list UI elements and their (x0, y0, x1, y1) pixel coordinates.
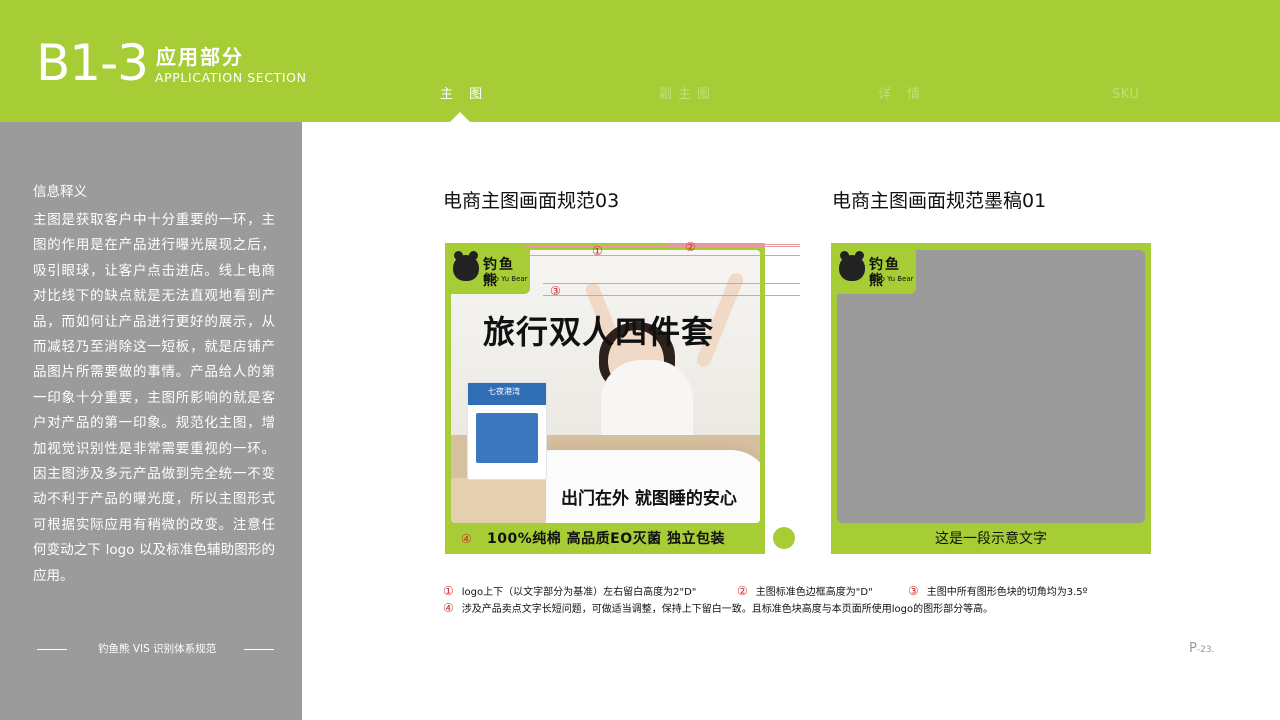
guide-line-2 (523, 255, 800, 256)
tab-main-image[interactable]: 主 图 (440, 87, 488, 103)
tab-details[interactable]: 详 情 (878, 87, 926, 103)
guide-line-4 (543, 283, 800, 284)
note-1-text: logo上下（以文字部分为基准）左右留白高度为2"D" (461, 587, 697, 598)
bear-logo-icon (453, 251, 479, 281)
note-2: ② 主图标准色边框高度为"D" (737, 585, 873, 599)
logo-text-en: Diao Yu Bear (483, 275, 528, 283)
section-title-en: APPLICATION SECTION (155, 70, 307, 85)
draft-image-sample: 钓鱼熊 Diao Yu Bear 这是一段示意文字 (831, 243, 1151, 554)
section-code: B1-3 (36, 34, 149, 92)
product-headline: 旅行双人四件套 (483, 313, 715, 351)
note-2-marker: ② (737, 584, 748, 598)
marker-2: ② (685, 240, 696, 254)
draft-bear-logo-icon (839, 251, 865, 281)
page-suffix: -23. (1196, 645, 1215, 655)
main-image-sample: 七夜港湾 旅行双人四件套 出门在外 就图睡的安心 钓鱼熊 Diao Yu Bea… (445, 240, 800, 554)
right-panel-title: 电商主图画面规范墨稿01 (832, 190, 1047, 212)
product-package: 七夜港湾 (467, 382, 547, 480)
note-2-text: 主图标准色边框高度为"D" (755, 587, 873, 598)
note-1: ① logo上下（以文字部分为基准）左右留白高度为2"D" (443, 585, 696, 599)
section-title-cn: 应用部分 (156, 45, 244, 69)
page-number: P-23. (1189, 642, 1214, 657)
marker-1: ① (592, 244, 603, 258)
photo-nightstand (451, 478, 546, 523)
note-4-marker: ④ (443, 601, 454, 615)
footer-divider-right (244, 649, 274, 650)
corner-logo-badge (767, 521, 800, 554)
photo-bedding (511, 450, 760, 523)
marker-3: ③ (550, 284, 561, 298)
footer-divider-left (37, 649, 67, 650)
selling-points-text: 100%纯棉 高品质EO灭菌 独立包装 (487, 531, 725, 547)
draft-sample-text: 这是一段示意文字 (935, 531, 1047, 547)
guide-line-1 (523, 246, 800, 247)
note-3-text: 主图中所有图形色块的切角均为3.5º (926, 587, 1088, 598)
marker-4: ④ (461, 532, 472, 546)
left-panel-title: 电商主图画面规范03 (443, 190, 620, 212)
note-3-marker: ③ (908, 584, 919, 598)
sidebar-footer-text: 钓鱼熊 VIS 识别体系规范 (98, 643, 217, 655)
tab-sku[interactable]: SKU (1112, 87, 1139, 103)
draft-logo-block: 钓鱼熊 Diao Yu Bear (831, 243, 916, 294)
sidebar-info-title: 信息释义 (33, 184, 87, 200)
package-brand-text: 七夜港湾 (488, 387, 520, 396)
page-prefix: P (1189, 641, 1197, 656)
header-bar: B1-3 应用部分 APPLICATION SECTION 主 图 副主图 详 … (0, 0, 1280, 122)
product-subline: 出门在外 就图睡的安心 (561, 489, 737, 509)
note-4-text: 涉及产品卖点文字长短问题，可做适当调整，保持上下留白一致。且标准色块高度与本页面… (461, 604, 994, 615)
guide-line-5 (543, 295, 800, 296)
note-1-marker: ① (443, 584, 454, 598)
draft-logo-text-cn: 钓鱼熊 (869, 257, 901, 289)
package-product-image (476, 413, 538, 463)
draft-logo-text-en: Diao Yu Bear (869, 275, 914, 283)
logo-text-cn: 钓鱼熊 (483, 257, 515, 289)
active-tab-indicator (450, 112, 470, 122)
tab-secondary-image[interactable]: 副主图 (659, 87, 716, 103)
note-3: ③ 主图中所有图形色块的切角均为3.5º (908, 585, 1087, 599)
logo-block: 钓鱼熊 Diao Yu Bear (445, 243, 530, 294)
sidebar-info-body: 主图是获取客户中十分重要的一环，主图的作用是在产品进行曝光展现之后，吸引眼球，让… (33, 212, 275, 584)
note-4: ④ 涉及产品卖点文字长短问题，可做适当调整，保持上下留白一致。且标准色块高度与本页… (443, 602, 993, 616)
corner-bear-icon (773, 527, 795, 549)
